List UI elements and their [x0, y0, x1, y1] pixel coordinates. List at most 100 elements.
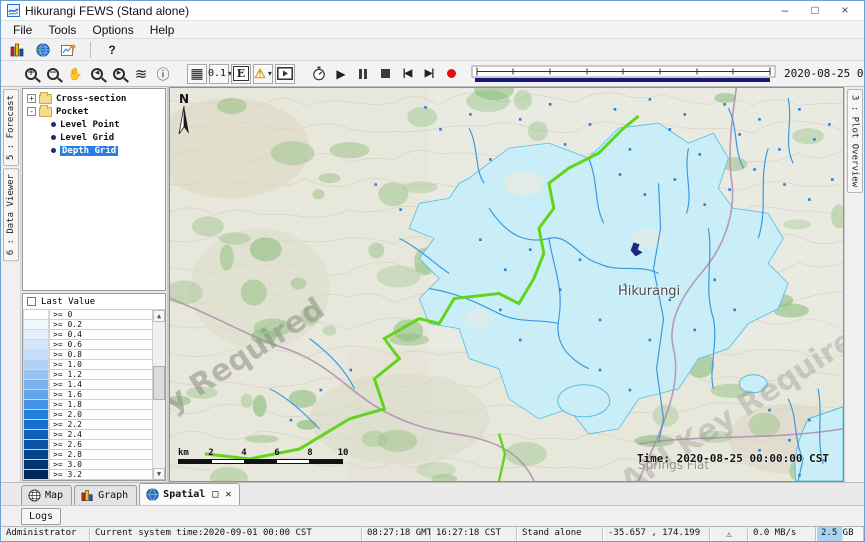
zoom-out-button[interactable]: − [43, 64, 63, 84]
folder-icon [39, 94, 52, 104]
menu-options[interactable]: Options [84, 23, 141, 37]
legend-row[interactable]: >= 0.4 [23, 330, 152, 340]
legend-row[interactable]: >= 1.0 [23, 360, 152, 370]
tree-item-level-grid[interactable]: Level Grid [23, 131, 165, 144]
expand-icon[interactable]: + [27, 94, 36, 103]
step-forward-button[interactable]: ▶| [419, 64, 439, 84]
legend-row[interactable]: >= 1.8 [23, 400, 152, 410]
left-tab-strip: 5 : Forecast 6 : Data Viewer [1, 87, 21, 482]
legend-row[interactable]: >= 3.0 [23, 460, 152, 470]
legend-swatch [23, 420, 49, 430]
menu-tools[interactable]: Tools [40, 23, 84, 37]
step-back-icon: |◀ [403, 68, 412, 79]
app-window: Hikurangi FEWS (Stand alone) – □ × File … [0, 0, 865, 542]
tab-plot-overview[interactable]: 3 : Plot Overview [847, 89, 863, 193]
pan-button[interactable]: ✋ [65, 64, 85, 84]
bottom-tab-bar: Map Graph Spatial □ ✕ [1, 482, 864, 505]
legend-row[interactable]: >= 1.6 [23, 390, 152, 400]
legend-row[interactable]: >= 2.8 [23, 450, 152, 460]
status-local-time: 16:27:18 CST [431, 527, 517, 541]
tab-data-viewer[interactable]: 6 : Data Viewer [3, 168, 19, 261]
legend-row[interactable]: >= 1.2 [23, 370, 152, 380]
legend-swatch [23, 360, 49, 370]
tab-label: Graph [98, 490, 128, 501]
legend-row[interactable]: >= 0.8 [23, 350, 152, 360]
close-button[interactable]: × [830, 2, 860, 20]
legend-label: >= 0.2 [49, 320, 152, 330]
legend-label: >= 3.2 [49, 470, 152, 480]
play-button[interactable]: ▶ [331, 64, 351, 84]
map-viewport[interactable]: N API Key Required API Key Required Hiku… [169, 87, 844, 482]
tab-logs[interactable]: Logs [21, 508, 61, 525]
legend-row[interactable]: >= 1.4 [23, 380, 152, 390]
minimize-button[interactable]: – [770, 2, 800, 20]
scale-tick: 4 [241, 448, 246, 458]
restore-panel-icon[interactable]: □ [212, 489, 218, 500]
legend-label: >= 1.4 [49, 380, 152, 390]
label-tool-button[interactable]: E [231, 64, 251, 84]
tree-item-depth-grid[interactable]: Depth Grid [23, 144, 165, 157]
legend-row[interactable]: >= 2.2 [23, 420, 152, 430]
legend-row[interactable]: >= 3.2 [23, 470, 152, 480]
info-button[interactable]: ⓘ [153, 64, 173, 84]
map-time-label: Time: 2020-08-25 00:00:00 CST [637, 452, 829, 465]
scroll-up-icon[interactable]: ▲ [153, 310, 165, 322]
legend-swatch [23, 450, 49, 460]
tree-item-pocket[interactable]: - Pocket [23, 105, 165, 118]
record-icon [447, 69, 456, 78]
help-button[interactable]: ? [102, 40, 122, 60]
status-warning-icon[interactable]: ⚠ [710, 527, 748, 541]
tab-label: Spatial [163, 489, 205, 500]
last-value-checkbox[interactable] [27, 297, 36, 306]
menu-help[interactable]: Help [142, 23, 183, 37]
close-tab-icon[interactable]: ✕ [225, 489, 231, 500]
animation-timer-button[interactable] [309, 64, 329, 84]
legend-row[interactable]: >= 2.6 [23, 440, 152, 450]
scroll-track[interactable] [153, 322, 165, 468]
contour-threshold-dropdown[interactable]: 0.1 ▾ [209, 64, 229, 84]
thresholds-warning-dropdown[interactable]: ⚠ ▾ [253, 64, 273, 84]
scale-bar: km 2 4 6 8 10 [178, 449, 358, 467]
legend-row[interactable]: >= 0.2 [23, 320, 152, 330]
stop-button[interactable] [375, 64, 395, 84]
tab-spatial[interactable]: Spatial □ ✕ [139, 483, 240, 505]
zoom-previous-button[interactable]: ◂ [87, 64, 107, 84]
legend-swatch [23, 460, 49, 470]
legend-label: >= 1.0 [49, 360, 152, 370]
bullet-icon [51, 148, 56, 153]
left-panel: + Cross-section - Pocket Level Point Lev… [21, 87, 169, 482]
legend-label: >= 2.4 [49, 430, 152, 440]
legend-row[interactable]: >= 0 [23, 310, 152, 320]
legend-row[interactable]: >= 2.4 [23, 430, 152, 440]
pause-button[interactable] [353, 64, 373, 84]
collapse-icon[interactable]: - [27, 107, 36, 116]
scroll-thumb[interactable] [153, 366, 165, 400]
maximize-button[interactable]: □ [800, 2, 830, 20]
database-status-button[interactable] [7, 40, 27, 60]
zoom-next-button[interactable]: ▸ [109, 64, 129, 84]
bullet-icon [51, 122, 56, 127]
legend-row[interactable]: >= 2.0 [23, 410, 152, 420]
tab-graph[interactable]: Graph [74, 485, 137, 505]
tree-item-cross-section[interactable]: + Cross-section [23, 92, 165, 105]
legend-row[interactable]: >= 0.6 [23, 340, 152, 350]
export-timeseries-button[interactable] [59, 40, 79, 60]
legend-scrollbar[interactable]: ▲ ▼ [152, 310, 165, 480]
folder-icon [39, 107, 52, 117]
menu-file[interactable]: File [5, 23, 40, 37]
tree-item-level-point[interactable]: Level Point [23, 118, 165, 131]
tab-forecast[interactable]: 5 : Forecast [3, 89, 19, 166]
tab-map[interactable]: Map [21, 485, 72, 505]
status-coordinates: -35.657 , 174.199 [603, 527, 710, 541]
layers-button[interactable]: ≋ [131, 64, 151, 84]
zoom-in-button[interactable]: + [21, 64, 41, 84]
animation-export-button[interactable] [275, 64, 295, 84]
scroll-down-icon[interactable]: ▼ [153, 468, 165, 480]
record-button[interactable] [441, 64, 461, 84]
legend-swatch [23, 440, 49, 450]
time-slider[interactable] [471, 65, 776, 83]
grid-display-button[interactable]: ▦ [187, 64, 207, 84]
bar-chart-icon [10, 43, 25, 57]
step-back-button[interactable]: |◀ [397, 64, 417, 84]
map-display-button[interactable] [33, 40, 53, 60]
